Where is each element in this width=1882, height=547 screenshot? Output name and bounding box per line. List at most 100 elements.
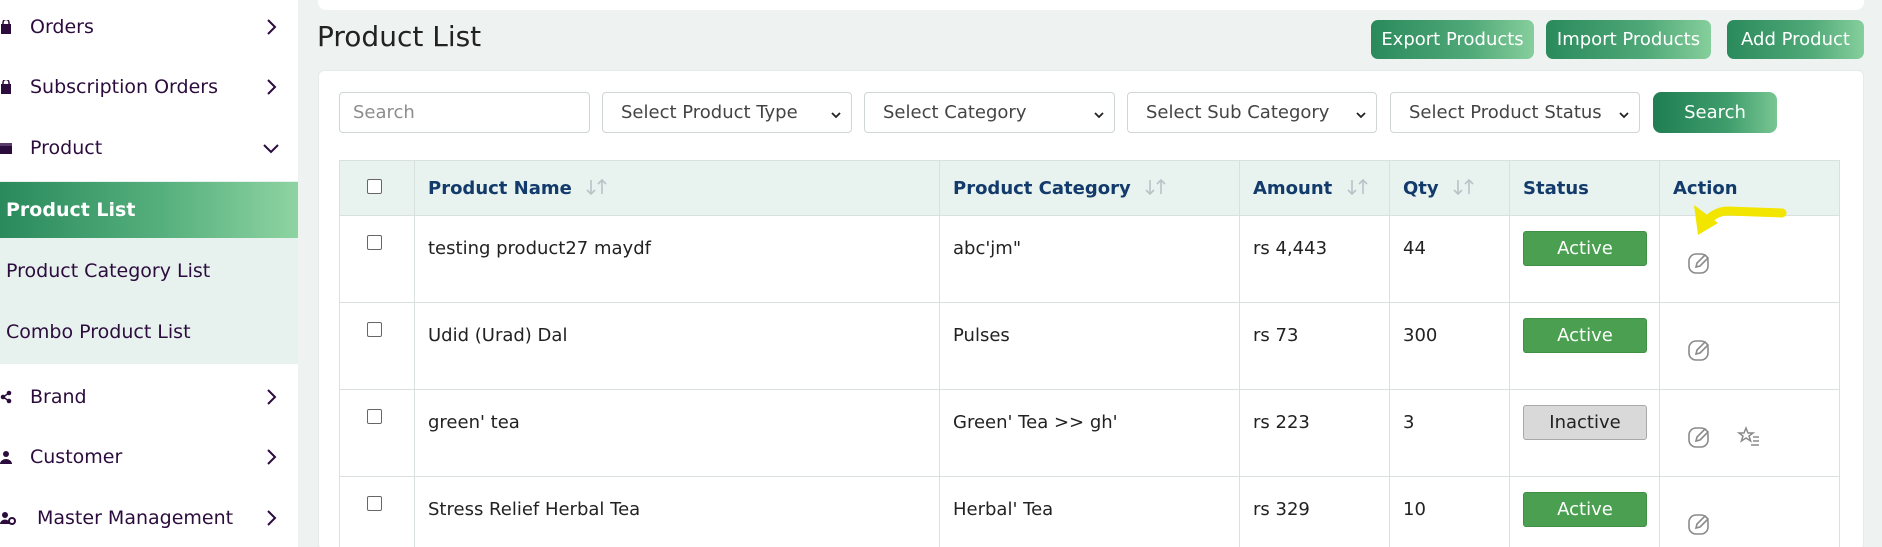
column-header-label: Qty <box>1403 177 1439 199</box>
product-status-select[interactable]: Select Product Status <box>1390 92 1640 133</box>
amount-cell: rs 223 <box>1239 389 1390 477</box>
sidebar: Orders Subscription Orders Product Produ… <box>0 0 298 547</box>
submenu-item-product-category-list[interactable]: Product Category List <box>0 243 298 299</box>
column-header-product-category[interactable]: Product Category <box>939 160 1240 216</box>
qty-cell: 10 <box>1389 476 1510 547</box>
product-type-select[interactable]: Select Product Type <box>602 92 852 133</box>
edit-icon[interactable] <box>1686 424 1712 450</box>
page-title: Product List <box>317 20 482 53</box>
row-select-cell <box>339 476 415 547</box>
product-category-cell: abc'jm" <box>939 215 1240 303</box>
search-button[interactable]: Search <box>1653 92 1777 133</box>
chevron-right-icon <box>262 78 280 96</box>
column-header-qty[interactable]: Qty <box>1389 160 1510 216</box>
search-input[interactable]: Search <box>339 92 590 133</box>
row-checkbox[interactable] <box>367 322 382 337</box>
sidebar-item-brand[interactable]: Brand <box>0 372 298 422</box>
sort-icon[interactable] <box>1345 178 1371 196</box>
edit-icon[interactable] <box>1686 511 1712 537</box>
qty-cell: 300 <box>1389 302 1510 390</box>
chevron-down-icon <box>829 106 843 120</box>
status-cell: Active <box>1509 302 1660 390</box>
select-value: Select Sub Category <box>1146 102 1330 123</box>
qty-cell: 44 <box>1389 215 1510 303</box>
sidebar-item-master-management[interactable]: Master Management <box>0 493 298 543</box>
table-row: green' tea Green' Tea >> gh' rs 223 3 In… <box>339 389 1840 477</box>
action-cell <box>1659 476 1840 547</box>
chevron-right-icon <box>262 448 280 466</box>
select-value: Select Product Status <box>1409 102 1602 123</box>
submenu-item-combo-product-list[interactable]: Combo Product List <box>0 304 298 360</box>
product-submenu: Product List Product Category List Combo… <box>0 181 298 364</box>
table-row: Stress Relief Herbal Tea Herbal' Tea rs … <box>339 476 1840 547</box>
column-header-product-name[interactable]: Product Name <box>414 160 940 216</box>
action-cell <box>1659 389 1840 477</box>
row-select-cell <box>339 215 415 303</box>
chevron-down-icon <box>1617 106 1631 120</box>
sidebar-item-customer[interactable]: Customer <box>0 432 298 482</box>
box-icon <box>0 141 12 155</box>
table-header-row: Product Name Product Category Amount Qty… <box>339 160 1840 216</box>
chevron-down-icon <box>1092 106 1106 120</box>
table-row: testing product27 maydf abc'jm" rs 4,443… <box>339 215 1840 303</box>
status-badge[interactable]: Inactive <box>1523 405 1647 440</box>
sort-icon[interactable] <box>1451 178 1477 196</box>
status-badge[interactable]: Active <box>1523 231 1647 266</box>
row-checkbox[interactable] <box>367 496 382 511</box>
sidebar-item-product[interactable]: Product <box>0 123 298 173</box>
submenu-item-label: Product List <box>6 199 136 221</box>
import-products-button[interactable]: Import Products <box>1546 20 1711 59</box>
submenu-item-product-list[interactable]: Product List <box>0 182 298 238</box>
sidebar-item-orders[interactable]: Orders <box>0 2 298 52</box>
table-row: Udid (Urad) Dal Pulses rs 73 300 Active <box>339 302 1840 390</box>
add-product-button[interactable]: Add Product <box>1727 20 1864 59</box>
share-icon <box>0 390 12 404</box>
column-header-label: Product Category <box>953 177 1131 199</box>
product-name-cell: Udid (Urad) Dal <box>414 302 940 390</box>
chevron-down-icon <box>1354 106 1368 120</box>
column-header-label: Product Name <box>428 177 572 199</box>
amount-cell: rs 4,443 <box>1239 215 1390 303</box>
submenu-item-label: Combo Product List <box>6 321 191 343</box>
sidebar-item-label: Product <box>30 137 103 159</box>
sidebar-item-label: Master Management <box>37 507 234 529</box>
row-select-cell <box>339 389 415 477</box>
product-name-cell: Stress Relief Herbal Tea <box>414 476 940 547</box>
product-category-cell: Green' Tea >> gh' <box>939 389 1240 477</box>
sidebar-item-subscription-orders[interactable]: Subscription Orders <box>0 62 298 112</box>
sidebar-item-label: Customer <box>30 446 123 468</box>
export-products-button[interactable]: Export Products <box>1371 20 1534 59</box>
sort-icon[interactable] <box>1143 178 1169 196</box>
status-cell: Active <box>1509 215 1660 303</box>
chevron-right-icon <box>262 509 280 527</box>
edit-icon[interactable] <box>1686 337 1712 363</box>
status-badge[interactable]: Active <box>1523 318 1647 353</box>
column-header-amount[interactable]: Amount <box>1239 160 1390 216</box>
status-badge[interactable]: Active <box>1523 492 1647 527</box>
sort-icon[interactable] <box>584 178 610 196</box>
bag-icon <box>0 20 12 34</box>
edit-icon[interactable] <box>1686 250 1712 276</box>
sidebar-item-label: Brand <box>30 386 87 408</box>
chevron-right-icon <box>262 18 280 36</box>
select-all-checkbox[interactable] <box>367 178 382 194</box>
qty-cell: 3 <box>1389 389 1510 477</box>
sub-category-select[interactable]: Select Sub Category <box>1127 92 1377 133</box>
row-checkbox[interactable] <box>367 235 382 250</box>
row-select-cell <box>339 302 415 390</box>
column-header-label: Status <box>1523 177 1589 199</box>
action-cell <box>1659 302 1840 390</box>
amount-cell: rs 329 <box>1239 476 1390 547</box>
chevron-right-icon <box>262 388 280 406</box>
product-category-cell: Pulses <box>939 302 1240 390</box>
top-bar <box>318 0 1864 10</box>
amount-cell: rs 73 <box>1239 302 1390 390</box>
row-checkbox[interactable] <box>367 409 382 424</box>
annotation-arrow-icon <box>1694 205 1787 235</box>
user-icon <box>0 450 12 464</box>
users-gear-icon <box>0 511 16 525</box>
category-select[interactable]: Select Category <box>864 92 1115 133</box>
star-list-icon[interactable] <box>1736 424 1762 450</box>
sidebar-item-label: Subscription Orders <box>30 76 218 98</box>
product-category-cell: Herbal' Tea <box>939 476 1240 547</box>
